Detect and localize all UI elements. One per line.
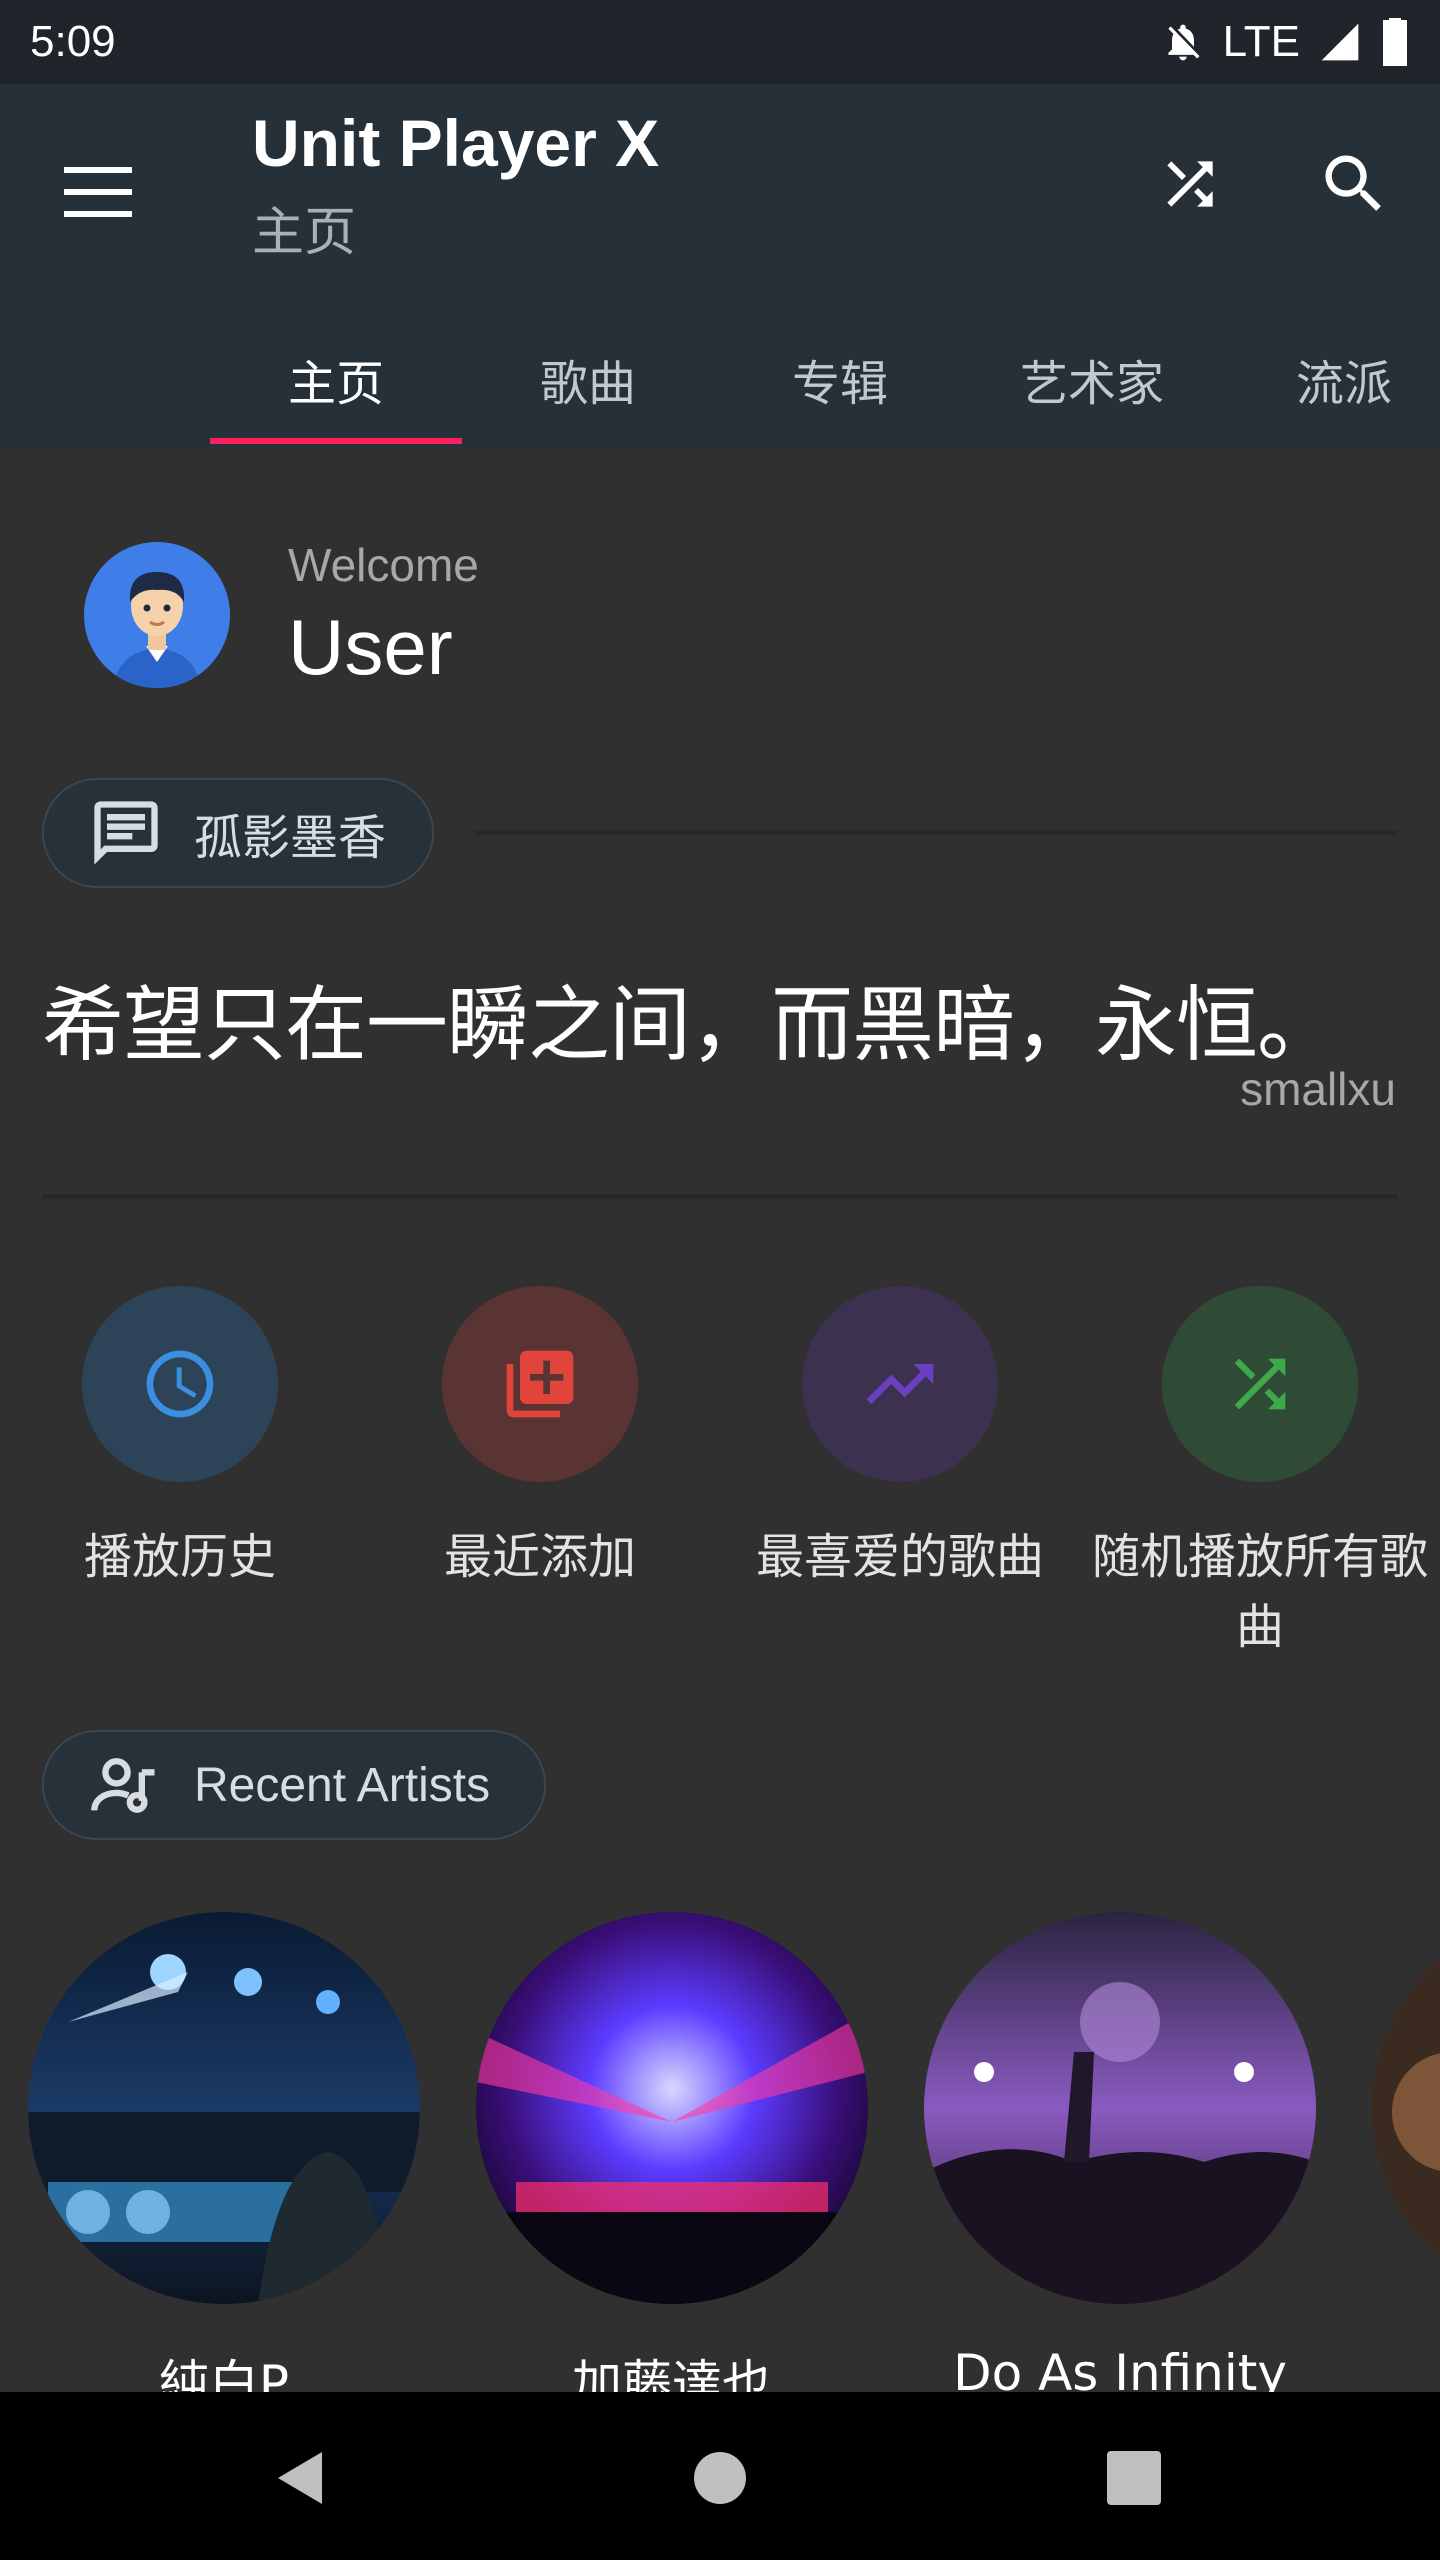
status-bar: 5:09 LTE	[0, 0, 1440, 84]
artist-name: 純白P	[158, 2355, 290, 2392]
shortcut-circle	[802, 1286, 998, 1482]
artist-card[interactable]: 純白P	[28, 1912, 420, 2392]
concert-photo-image	[924, 1912, 1316, 2304]
concert-photo-image	[1372, 1912, 1440, 2304]
trending-up-icon	[866, 1364, 934, 1404]
artist-music-icon	[91, 1758, 155, 1813]
tab-indicator	[210, 438, 462, 444]
welcome-username: User	[288, 603, 453, 691]
shortcut-label: 播放历史	[83, 1529, 276, 1585]
home-button[interactable]	[670, 2428, 770, 2528]
search-icon	[1325, 155, 1381, 211]
home-content[interactable]: Welcome User 孤影墨香 希望只在一瞬之间，而黑暗，永恒。 small…	[0, 448, 1440, 2392]
recents-button[interactable]	[1084, 2428, 1184, 2528]
tab-albums[interactable]: 专辑	[714, 314, 966, 444]
artist-card[interactable]: 加藤達也	[476, 1912, 868, 2392]
avatar[interactable]	[84, 542, 230, 688]
menu-icon	[64, 167, 132, 217]
concert-photo-image	[28, 1912, 420, 2304]
search-button[interactable]	[1312, 142, 1396, 226]
artist-card[interactable]: Do As Infinity	[924, 1912, 1316, 2392]
artist-photo	[28, 1912, 420, 2304]
app-title: Unit Player X	[252, 106, 660, 180]
status-time: 5:09	[30, 17, 116, 66]
signal-icon	[1321, 23, 1359, 61]
tab-songs[interactable]: 歌曲	[462, 314, 714, 444]
quote-divider-top	[474, 830, 1398, 835]
tab-genres[interactable]: 流派	[1218, 314, 1440, 444]
shortcut-label: 最近添加	[443, 1529, 636, 1585]
quote-text: 希望只在一瞬之间，而黑暗，永恒。	[42, 978, 1339, 1073]
shuffle-button[interactable]	[1148, 142, 1232, 226]
status-icons: LTE	[1161, 17, 1410, 67]
quote-source-label: 孤影墨香	[194, 810, 387, 866]
back-button[interactable]	[250, 2428, 350, 2528]
artist-name: Do As Infinity	[953, 2344, 1287, 2392]
back-icon	[278, 2452, 322, 2504]
quote-divider-bottom	[42, 1194, 1398, 1199]
artist-photo	[476, 1912, 868, 2304]
home-icon	[694, 2452, 746, 2504]
shuffle-icon	[1167, 161, 1213, 207]
artist-photo	[924, 1912, 1316, 2304]
tab-artists[interactable]: 艺术家	[966, 314, 1218, 444]
shortcut-circle	[1162, 1286, 1358, 1482]
recent-artists-chip[interactable]: Recent Artists	[42, 1730, 546, 1840]
shortcut-shuffle-all[interactable]: 随机播放所有歌曲	[1080, 1286, 1440, 1655]
app-bar: Unit Player X 主页 主页 歌曲 专辑 艺术家 流派	[0, 84, 1440, 448]
menu-button[interactable]	[56, 150, 140, 234]
battery-icon	[1383, 18, 1407, 66]
user-avatar-icon	[84, 542, 230, 688]
shortcut-recently-added[interactable]: 最近添加	[360, 1286, 720, 1646]
quote-source-chip[interactable]: 孤影墨香	[42, 778, 434, 888]
shuffle-icon	[1234, 1358, 1286, 1410]
message-icon	[94, 801, 158, 865]
artist-photo	[1372, 1912, 1440, 2304]
shortcut-circle	[442, 1286, 638, 1482]
welcome-greeting: Welcome	[288, 539, 479, 591]
title-block: Unit Player X 主页	[252, 106, 659, 265]
recents-icon	[1107, 2451, 1161, 2505]
history-clock-icon	[146, 1350, 214, 1418]
shortcut-favorite-songs[interactable]: 最喜爱的歌曲	[720, 1286, 1080, 1646]
app-subtitle: 主页	[252, 202, 357, 263]
artist-name: 加藤達也	[572, 2355, 772, 2392]
shortcut-label: 随机播放所有歌曲	[1091, 1529, 1428, 1655]
concert-photo-image	[476, 1912, 868, 2304]
tab-home[interactable]: 主页	[210, 314, 462, 444]
quote-author: smallxu	[1240, 1063, 1396, 1115]
network-type: LTE	[1222, 17, 1300, 66]
tab-bar: 主页 歌曲 专辑 艺术家 流派	[0, 314, 1440, 448]
artist-card[interactable]	[1372, 1912, 1440, 2304]
system-nav-bar	[0, 2392, 1440, 2560]
shortcut-circle	[82, 1286, 278, 1482]
notifications-off-icon	[1167, 24, 1200, 61]
shortcut-label: 最喜爱的歌曲	[755, 1529, 1044, 1585]
shortcut-play-history[interactable]: 播放历史	[0, 1286, 360, 1646]
recent-artists-label: Recent Artists	[194, 1758, 491, 1812]
library-add-icon	[506, 1350, 574, 1418]
